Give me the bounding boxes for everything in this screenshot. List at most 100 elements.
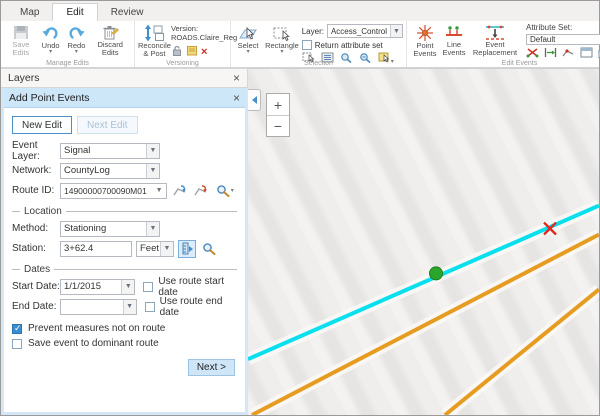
event-point[interactable] — [430, 267, 443, 280]
dropdown-arrow-icon: ▼ — [123, 300, 136, 314]
undo-dropdown-caret[interactable]: ▾ — [49, 50, 52, 54]
layers-panel-title: Layers — [8, 72, 40, 84]
group-edit-events: Point Events Line Events Event Replaceme… — [407, 21, 600, 67]
next-button[interactable]: Next > — [188, 359, 235, 376]
dropdown-arrow-icon: ▼ — [121, 280, 134, 294]
tab-edit[interactable]: Edit — [52, 3, 97, 21]
dropdown-arrow-icon: ▼ — [146, 222, 159, 236]
station-input[interactable]: 3+62.4 — [60, 241, 132, 257]
point-events-icon — [416, 24, 434, 42]
map-view[interactable]: + − — [248, 68, 599, 415]
zoom-to-station-icon[interactable] — [200, 240, 218, 258]
unlock-version-icon[interactable] — [171, 45, 183, 58]
post-version-icon[interactable] — [186, 45, 198, 58]
station-label: Station: — [12, 243, 60, 254]
trash-icon — [101, 24, 119, 41]
units-dropdown[interactable]: Feet ▼ — [136, 241, 174, 257]
event-layer-label: Event Layer: — [12, 140, 60, 162]
zoom-in-button[interactable]: + — [267, 94, 289, 115]
event-layer-dropdown[interactable]: Signal ▼ — [60, 143, 160, 159]
delete-version-icon[interactable]: × — [201, 47, 207, 57]
use-route-end-date-label: Use route end date — [160, 296, 237, 318]
close-icon[interactable]: × — [233, 72, 240, 84]
tab-map[interactable]: Map — [7, 4, 52, 21]
line-events-icon — [444, 24, 464, 41]
return-attribute-set-checkbox[interactable] — [302, 40, 312, 50]
pane-title: Add Point Events — [9, 92, 90, 104]
redo-button[interactable]: Redo ▾ — [64, 22, 90, 57]
start-date-input[interactable]: 1/1/2015 ▼ — [60, 279, 135, 295]
prevent-measures-label: Prevent measures not on route — [28, 323, 165, 334]
route-id-combobox[interactable]: 14900000700090M01 ▼ — [60, 183, 167, 199]
end-date-label: End Date: — [12, 301, 60, 312]
attribute-window-icon[interactable] — [580, 47, 593, 60]
remove-route-icon[interactable] — [192, 182, 209, 200]
use-route-start-date-label: Use route start date — [158, 276, 237, 298]
pane-header: Add Point Events × — [4, 88, 245, 108]
network-label: Network: — [12, 165, 60, 176]
select-button[interactable]: Select ▾ — [234, 22, 262, 57]
rectangle-dropdown-caret[interactable]: ▾ — [280, 50, 283, 54]
station-picker-tool-icon[interactable] — [178, 240, 196, 258]
zoom-to-route-icon[interactable]: ▾ — [212, 182, 237, 200]
group-manage-edits: Save Edits Undo ▾ Redo ▾ Discard Edits M… — [1, 21, 135, 67]
save-dominant-route-checkbox[interactable] — [12, 339, 22, 349]
select-cursor-icon — [238, 24, 258, 42]
start-date-label: Start Date: — [12, 281, 60, 292]
route-id-label: Route ID: — [12, 185, 60, 196]
attribute-set-dropdown[interactable]: Default ▼ — [526, 34, 600, 45]
map-feature-layer — [248, 69, 599, 415]
use-route-end-date-checkbox[interactable] — [145, 302, 155, 312]
discard-edits-button[interactable]: Discard Edits — [89, 22, 131, 57]
group-selection: Select ▾ Rectangle ▾ Layer: Access_Contr… — [231, 21, 407, 67]
split-event-icon[interactable] — [526, 47, 539, 60]
zoom-route-dropdown-caret[interactable]: ▾ — [231, 189, 234, 193]
event-replacement-button[interactable]: Event Replacement — [468, 22, 522, 57]
undo-icon — [42, 24, 60, 42]
rectangle-select-icon — [272, 24, 292, 42]
group-label-edit-events: Edit Events — [407, 60, 600, 67]
layer-label: Layer: — [302, 27, 324, 36]
event-replacement-icon — [483, 24, 507, 41]
collapse-pane-button[interactable] — [248, 89, 261, 111]
tab-review[interactable]: Review — [98, 4, 157, 21]
undo-button[interactable]: Undo ▾ — [38, 22, 64, 57]
left-panel: Layers × Add Point Events × New Edit Nex… — [1, 68, 248, 415]
new-edit-button[interactable]: New Edit — [12, 116, 72, 134]
close-icon[interactable]: × — [233, 92, 240, 104]
group-label-manage-edits: Manage Edits — [1, 60, 134, 67]
select-dropdown-caret[interactable]: ▾ — [247, 50, 250, 54]
layers-panel-header: Layers × — [1, 68, 248, 88]
ribbon: Save Edits Undo ▾ Redo ▾ Discard Edits M… — [1, 21, 599, 68]
add-point-events-pane: Add Point Events × New Edit Next Edit Ev… — [1, 88, 248, 415]
layer-dropdown[interactable]: Access_Control ▼ — [327, 24, 403, 38]
end-date-input[interactable]: ▼ — [60, 299, 137, 315]
save-edits-button[interactable]: Save Edits — [4, 22, 38, 57]
snap-event-icon[interactable] — [562, 47, 575, 60]
return-attribute-set-label: Return attribute set — [315, 41, 383, 50]
offset-event-icon[interactable] — [544, 47, 557, 60]
network-dropdown[interactable]: CountyLog ▼ — [60, 163, 160, 179]
method-label: Method: — [12, 223, 60, 234]
version-label: Version: — [171, 24, 237, 33]
point-events-button[interactable]: Point Events — [410, 22, 440, 57]
attribute-set-label: Attribute Set: — [526, 23, 600, 32]
zoom-out-button[interactable]: − — [267, 115, 289, 136]
dropdown-arrow-icon: ▼ — [146, 164, 159, 178]
select-route-on-map-icon[interactable] — [171, 182, 188, 200]
redo-dropdown-caret[interactable]: ▾ — [75, 50, 78, 54]
ribbon-tab-strip: Map Edit Review — [1, 1, 599, 21]
reconcile-post-button[interactable]: Reconcile & Post — [138, 22, 171, 57]
next-edit-button[interactable]: Next Edit — [77, 116, 138, 134]
group-label-selection: Selection — [231, 60, 406, 67]
prevent-measures-checkbox[interactable] — [12, 324, 22, 334]
rectangle-select-button[interactable]: Rectangle ▾ — [262, 22, 302, 57]
chevron-left-icon — [252, 96, 257, 104]
reconcile-icon — [144, 24, 164, 42]
line-events-button[interactable]: Line Events — [440, 22, 468, 57]
group-versioning: Reconcile & Post Version: ROADS.Claire_R… — [135, 21, 231, 67]
method-dropdown[interactable]: Stationing ▼ — [60, 221, 160, 237]
group-label-versioning: Versioning — [135, 60, 230, 67]
use-route-start-date-checkbox[interactable] — [143, 282, 153, 292]
version-name: ROADS.Claire_Reg — [171, 33, 237, 42]
